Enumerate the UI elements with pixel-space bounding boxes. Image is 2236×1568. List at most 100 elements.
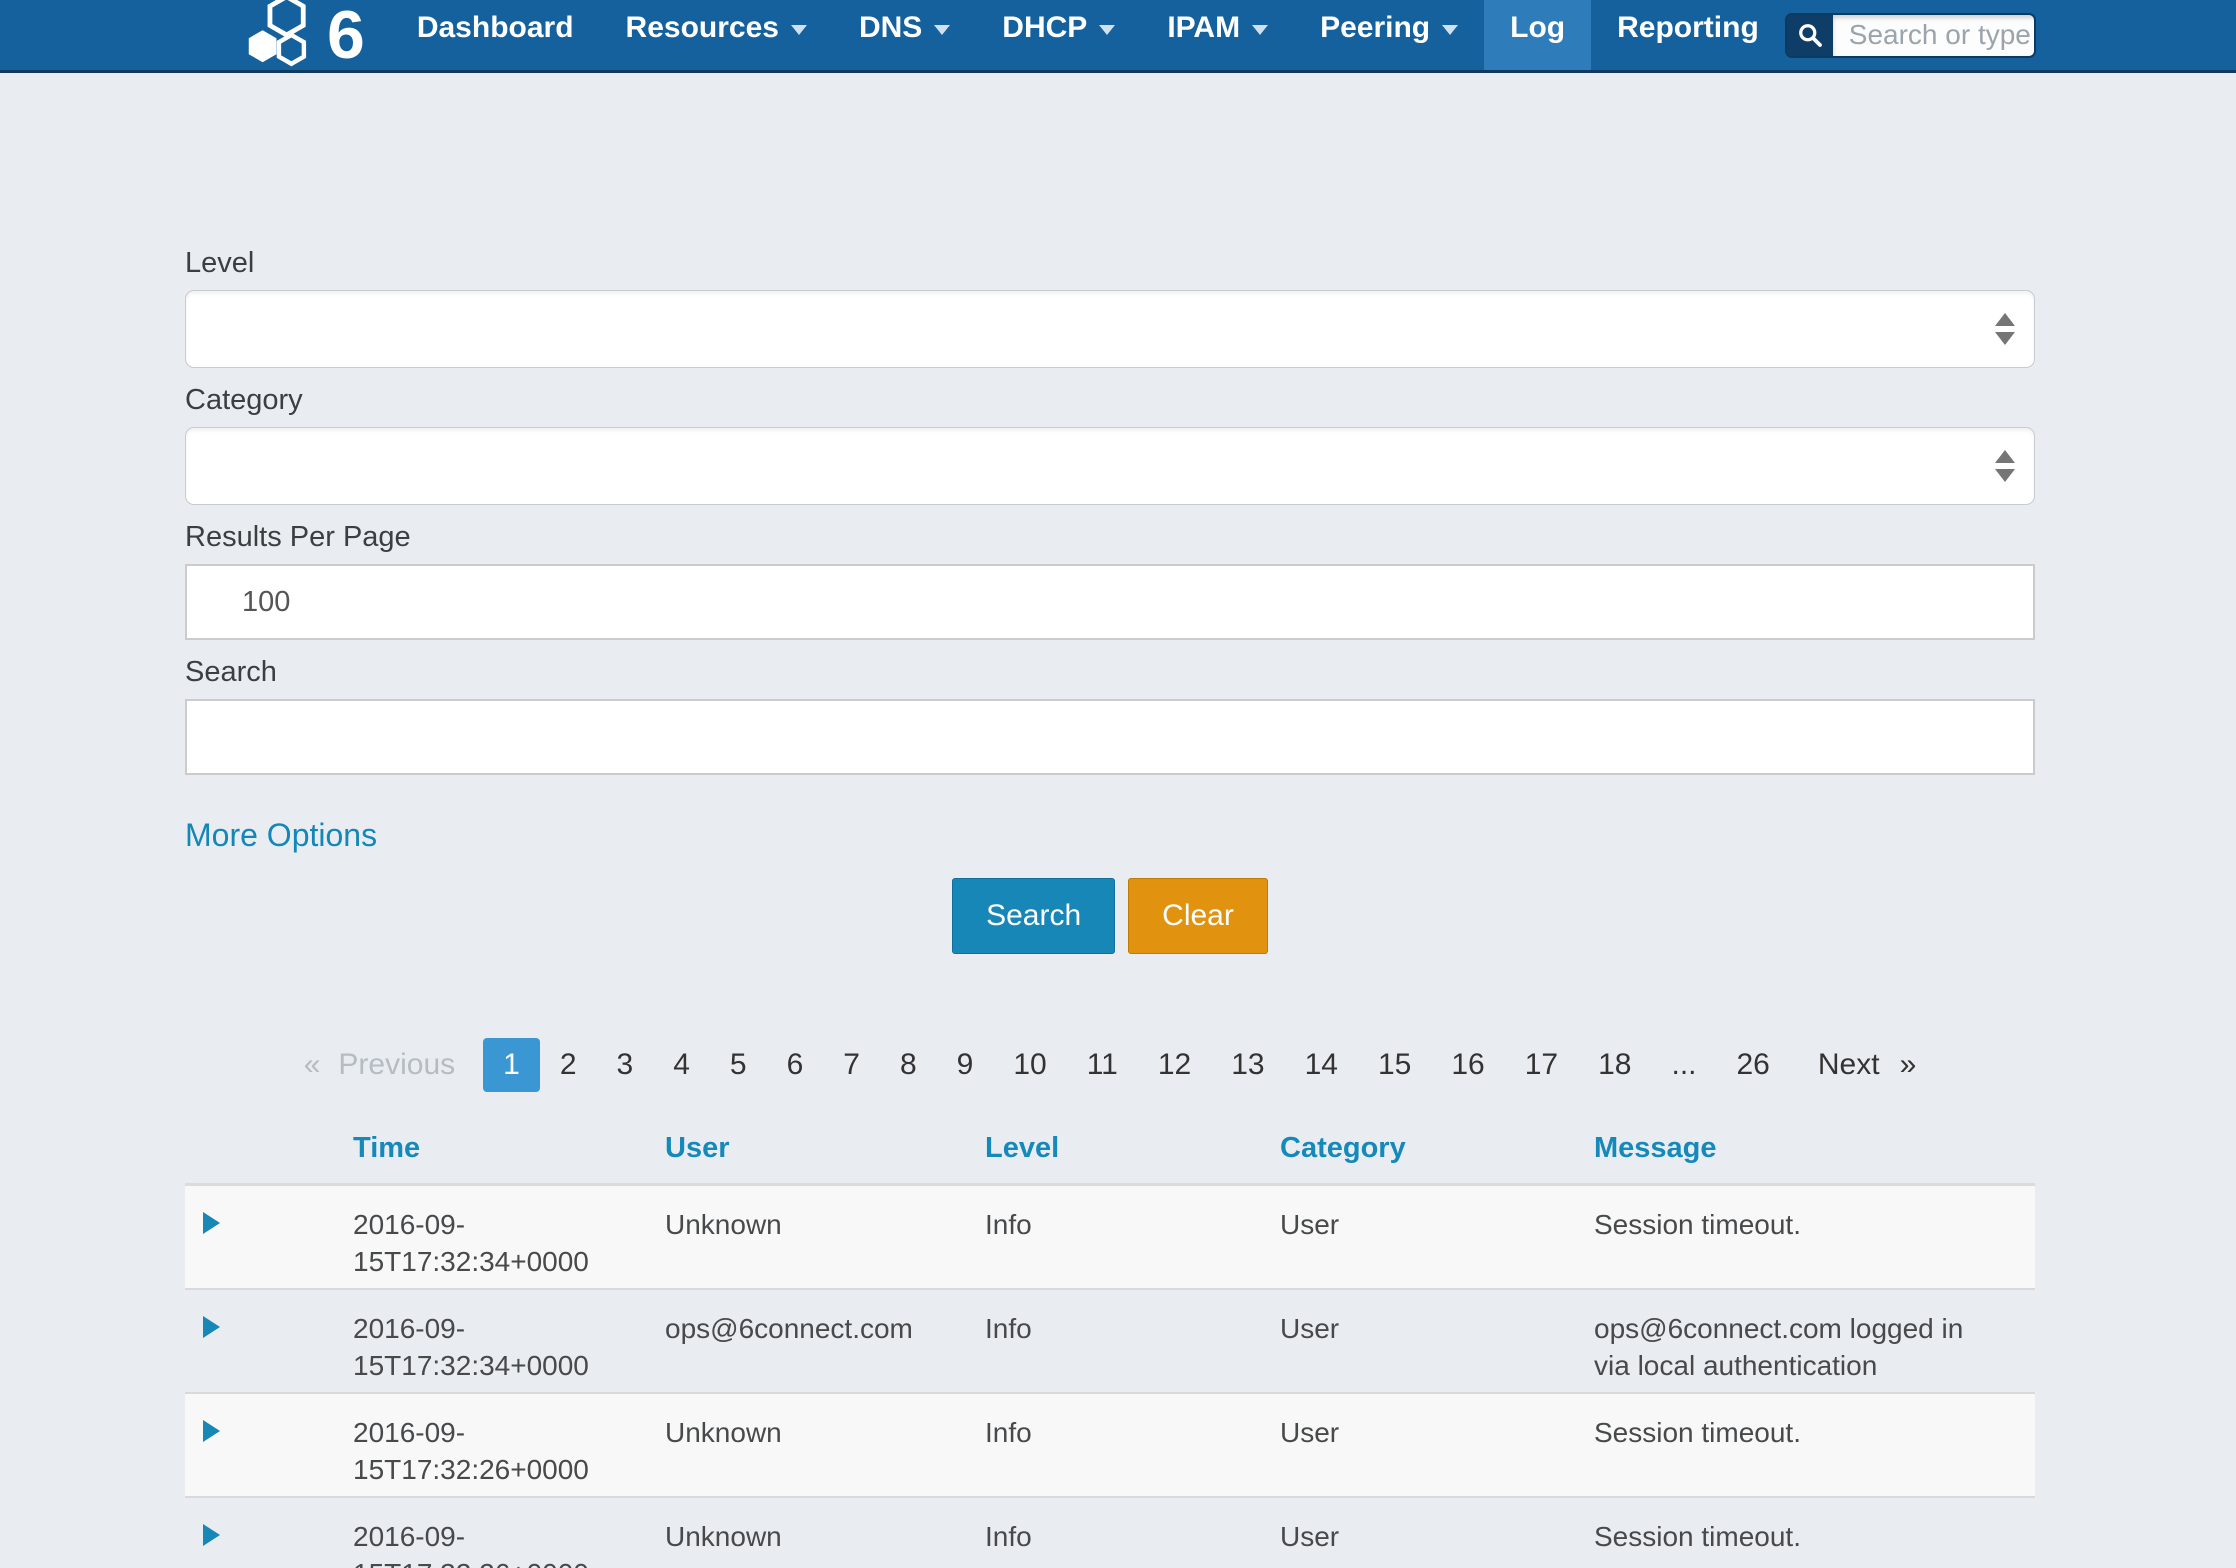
cell-level: Info — [985, 1289, 1280, 1393]
cell-level: Info — [985, 1497, 1280, 1568]
cell-level: Info — [985, 1393, 1280, 1497]
stepper-down-icon — [1995, 332, 2015, 345]
pagination-next[interactable]: Next» — [1798, 1038, 1936, 1092]
table-row: 2016-09-15T17:32:34+0000 ops@6connect.co… — [185, 1289, 2035, 1393]
cell-level: Info — [985, 1185, 1280, 1290]
results-per-page-input[interactable] — [185, 564, 2035, 640]
table-row: 2016-09-15T17:32:34+0000 Unknown Info Us… — [185, 1185, 2035, 1290]
pagination-page-14[interactable]: 14 — [1285, 1038, 1358, 1092]
table-row: 2016-09-15T17:32:26+0000 Unknown Info Us… — [185, 1497, 2035, 1568]
table-row: 2016-09-15T17:32:26+0000 Unknown Info Us… — [185, 1393, 2035, 1497]
cell-category: User — [1280, 1185, 1594, 1290]
pagination-page-10[interactable]: 10 — [993, 1038, 1066, 1092]
page: 6 Dashboard Resources DNS DHCP IPAM Peer… — [0, 0, 2236, 1568]
pagination-page-11[interactable]: 11 — [1067, 1038, 1138, 1092]
pagination-page-5[interactable]: 5 — [710, 1038, 767, 1092]
log-table: TimeUserLevelCategoryMessage 2016-09-15T… — [185, 1122, 2035, 1568]
column-header-level[interactable]: Level — [985, 1122, 1280, 1185]
stepper-up-icon — [1995, 313, 2015, 326]
nav-item-peering[interactable]: Peering — [1294, 0, 1484, 70]
expand-cell — [185, 1393, 353, 1497]
cell-category: User — [1280, 1497, 1594, 1568]
pagination-page-6[interactable]: 6 — [767, 1038, 824, 1092]
cell-time: 2016-09-15T17:32:26+0000 — [353, 1497, 665, 1568]
cell-message: ops@6connect.com logged in via local aut… — [1594, 1289, 2035, 1393]
navbar-search — [1785, 13, 2036, 58]
pagination-page-15[interactable]: 15 — [1358, 1038, 1431, 1092]
expand-arrow-icon[interactable] — [203, 1212, 220, 1234]
navbar-search-input[interactable] — [1833, 15, 2036, 56]
column-header-time[interactable]: Time — [353, 1122, 665, 1185]
level-select-wrap — [185, 290, 2035, 368]
table-header-row: TimeUserLevelCategoryMessage — [185, 1122, 2035, 1185]
cell-message: Session timeout. — [1594, 1185, 2035, 1290]
pagination-page-12[interactable]: 12 — [1138, 1038, 1211, 1092]
expand-arrow-icon[interactable] — [203, 1316, 220, 1338]
magnifier-icon[interactable] — [1787, 15, 1833, 56]
caret-down-icon — [1442, 25, 1458, 35]
caret-down-icon — [934, 25, 950, 35]
pagination-page-13[interactable]: 13 — [1211, 1038, 1284, 1092]
pagination: «Previous123456789101112131415161718...2… — [185, 1038, 2035, 1092]
caret-down-icon — [1099, 25, 1115, 35]
column-header-category[interactable]: Category — [1280, 1122, 1594, 1185]
cell-time: 2016-09-15T17:32:34+0000 — [353, 1185, 665, 1290]
expand-cell — [185, 1185, 353, 1290]
pagination-page-17[interactable]: 17 — [1505, 1038, 1578, 1092]
clear-button[interactable]: Clear — [1128, 878, 1268, 954]
expand-cell — [185, 1497, 353, 1568]
app-logo[interactable]: 6 — [245, 0, 363, 70]
column-header-user[interactable]: User — [665, 1122, 985, 1185]
cell-time: 2016-09-15T17:32:34+0000 — [353, 1289, 665, 1393]
category-select-wrap — [185, 427, 2035, 505]
caret-down-icon — [1252, 25, 1268, 35]
form-buttons: Search Clear — [185, 878, 2035, 954]
nav-item-dashboard[interactable]: Dashboard — [391, 0, 600, 70]
search-input[interactable] — [185, 699, 2035, 775]
nav-item-dhcp[interactable]: DHCP — [976, 0, 1141, 70]
category-select[interactable] — [185, 427, 2035, 505]
cell-user: Unknown — [665, 1393, 985, 1497]
level-select[interactable] — [185, 290, 2035, 368]
expand-cell — [185, 1289, 353, 1393]
pagination-page-26[interactable]: 26 — [1717, 1038, 1790, 1092]
nav-item-resources[interactable]: Resources — [600, 0, 833, 70]
nav-item-log[interactable]: Log — [1484, 0, 1591, 70]
cell-user: ops@6connect.com — [665, 1289, 985, 1393]
results-per-page-label: Results Per Page — [185, 519, 2035, 555]
cell-message: Session timeout. — [1594, 1393, 2035, 1497]
category-label: Category — [185, 382, 2035, 418]
pagination-page-1[interactable]: 1 — [483, 1038, 540, 1092]
pagination-page-3[interactable]: 3 — [597, 1038, 654, 1092]
log-search-panel: Level Category Results Per Page Search M… — [185, 73, 2035, 1568]
pagination-ellipsis: ... — [1651, 1038, 1716, 1092]
pagination-page-9[interactable]: 9 — [937, 1038, 994, 1092]
pagination-previous: «Previous — [284, 1038, 475, 1092]
expand-arrow-icon[interactable] — [203, 1524, 220, 1546]
pagination-page-4[interactable]: 4 — [653, 1038, 710, 1092]
pagination-page-2[interactable]: 2 — [540, 1038, 597, 1092]
pagination-page-18[interactable]: 18 — [1578, 1038, 1651, 1092]
level-label: Level — [185, 245, 2035, 281]
cell-message: Session timeout. — [1594, 1497, 2035, 1568]
column-header-message[interactable]: Message — [1594, 1122, 2035, 1185]
select-stepper-icon — [1995, 450, 2015, 482]
nav-item-ipam[interactable]: IPAM — [1141, 0, 1294, 70]
search-button[interactable]: Search — [952, 878, 1115, 954]
cell-time: 2016-09-15T17:32:26+0000 — [353, 1393, 665, 1497]
cell-user: Unknown — [665, 1185, 985, 1290]
caret-down-icon — [791, 25, 807, 35]
nav-item-reporting[interactable]: Reporting — [1591, 0, 1785, 70]
main-nav: Dashboard Resources DNS DHCP IPAM Peerin… — [391, 0, 1785, 70]
nav-item-dns[interactable]: DNS — [833, 0, 976, 70]
search-label: Search — [185, 654, 2035, 690]
expand-arrow-icon[interactable] — [203, 1420, 220, 1442]
cell-category: User — [1280, 1393, 1594, 1497]
more-options-link[interactable]: More Options — [185, 817, 377, 854]
pagination-page-16[interactable]: 16 — [1431, 1038, 1504, 1092]
pagination-page-7[interactable]: 7 — [823, 1038, 880, 1092]
pagination-page-8[interactable]: 8 — [880, 1038, 937, 1092]
stepper-down-icon — [1995, 469, 2015, 482]
cell-category: User — [1280, 1289, 1594, 1393]
stepper-up-icon — [1995, 450, 2015, 463]
